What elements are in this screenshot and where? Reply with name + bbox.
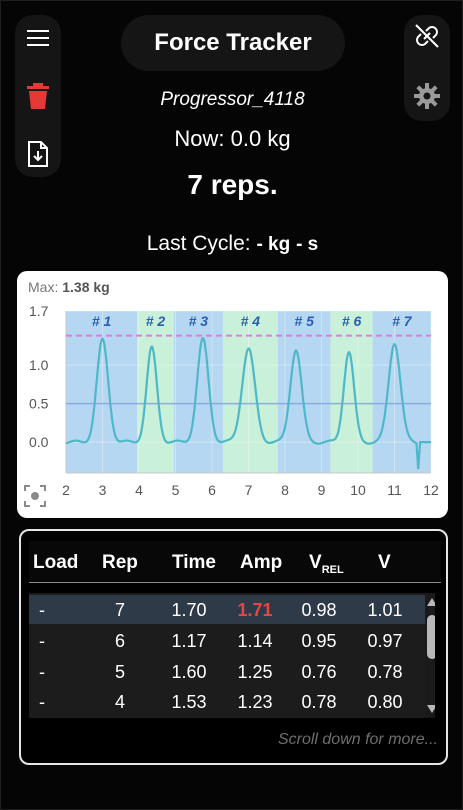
table-scrollbar[interactable] <box>425 593 435 718</box>
table-row[interactable]: - 6 1.17 1.14 0.95 0.97 <box>29 626 426 655</box>
scroll-up-icon[interactable] <box>427 598 435 606</box>
link-off-icon <box>415 24 439 48</box>
x-tick-label: 8 <box>281 482 289 498</box>
disconnect-button[interactable] <box>408 17 446 55</box>
table-header: Load Rep Time Amp VREL V <box>29 541 441 583</box>
rep-region-5 <box>277 311 331 473</box>
rep-label-4: # 4 <box>241 313 261 329</box>
current-force: Now: 0.0 kg <box>174 126 291 151</box>
rep-label-2: # 2 <box>146 313 166 329</box>
col-time: Time <box>172 552 217 573</box>
app-title: Force Tracker <box>121 15 345 71</box>
max-label: Max: 1.38 kg <box>28 279 110 295</box>
scroll-hint: Scroll down for more... <box>277 731 438 748</box>
focus-icon[interactable] <box>24 485 46 507</box>
cell-rep: 4 <box>114 692 125 712</box>
x-tick-label: 7 <box>245 482 253 498</box>
col-v: V <box>378 552 391 573</box>
device-name: Progressor_4118 <box>160 89 305 110</box>
cell-load: - <box>39 631 45 651</box>
x-tick-label: 12 <box>423 482 439 498</box>
x-tick-label: 3 <box>99 482 107 498</box>
cell-amp: 1.71 <box>237 600 273 620</box>
y-tick-label: 1.0 <box>29 357 49 373</box>
scroll-thumb[interactable] <box>427 615 435 659</box>
force-chart[interactable]: # 1 # 2 # 3 # 4 # 5 # 6 # 7 0.0 0.5 1.0 1.7 2 3 4 5 6 7 8… <box>17 271 448 518</box>
cell-rep: 7 <box>114 600 125 620</box>
cell-load: - <box>39 692 45 712</box>
table-row[interactable]: - 5 1.60 1.25 0.76 0.78 <box>29 657 426 686</box>
force-chart-svg: # 1 # 2 # 3 # 4 # 5 # 6 # 7 0.0 0.5 1.0 1.7 2 3 4 5 6 7 8… <box>24 279 439 507</box>
x-tick-label: 5 <box>172 482 180 498</box>
cell-time: 1.70 <box>171 600 207 620</box>
col-v-rel-sub: REL <box>321 563 344 576</box>
col-rep: Rep <box>102 552 138 573</box>
rep-count: 7 reps. <box>187 169 278 200</box>
cell-v: 1.01 <box>367 600 403 620</box>
table-body[interactable]: - 7 1.70 1.71 0.98 1.01 - 6 1.17 1.14 0.… <box>29 593 435 718</box>
col-v-rel-main: V <box>309 552 322 573</box>
x-tick-label: 10 <box>350 482 366 498</box>
scroll-down-icon[interactable] <box>427 705 435 713</box>
max-value: 1.38 kg <box>62 279 109 295</box>
rep-label-3: # 3 <box>189 313 209 329</box>
cell-rep: 6 <box>114 631 125 651</box>
cell-amp: 1.25 <box>237 662 273 682</box>
reps-table: Load Rep Time Amp VREL V - 7 1.70 1.71 0… <box>19 529 448 765</box>
cell-v: 0.80 <box>367 692 403 712</box>
rep-label-1: # 1 <box>92 313 112 329</box>
y-tick-label: 1.7 <box>29 303 49 319</box>
rep-label-6: # 6 <box>342 313 362 329</box>
y-tick-label: 0.0 <box>29 434 49 450</box>
cell-rep: 5 <box>114 662 125 682</box>
cell-time: 1.60 <box>171 662 207 682</box>
last-cycle: Last Cycle: - kg - s <box>1 232 463 256</box>
cell-load: - <box>39 662 45 682</box>
last-cycle-kg: - kg <box>256 234 291 255</box>
last-cycle-label: Last Cycle: <box>146 232 251 255</box>
rep-label-5: # 5 <box>294 313 314 329</box>
cell-v-rel: 0.76 <box>301 662 337 682</box>
cell-v-rel: 0.95 <box>301 631 337 651</box>
cell-time: 1.17 <box>171 631 207 651</box>
table-row[interactable]: - 7 1.70 1.71 0.98 1.01 <box>29 595 426 624</box>
x-tick-label: 4 <box>135 482 143 498</box>
col-amp: Amp <box>240 552 283 573</box>
cell-amp: 1.23 <box>237 692 273 712</box>
x-tick-label: 11 <box>387 482 402 498</box>
last-cycle-s: - s <box>296 234 319 255</box>
col-v-rel: VREL <box>309 552 344 576</box>
app-frame: Force Tracker Progressor_4118 Now: 0.0 k… <box>0 0 463 810</box>
col-load: Load <box>33 552 79 573</box>
cell-v-rel: 0.78 <box>301 692 337 712</box>
y-tick-label: 0.5 <box>29 396 49 412</box>
rep-label-7: # 7 <box>392 313 413 329</box>
table-row[interactable]: - 4 1.53 1.23 0.78 0.80 <box>29 687 426 716</box>
cell-v: 0.78 <box>367 662 403 682</box>
menu-button[interactable] <box>19 19 57 57</box>
cell-time: 1.53 <box>171 692 207 712</box>
cell-v-rel: 0.98 <box>301 600 337 620</box>
cell-load: - <box>39 600 45 620</box>
cell-v: 0.97 <box>367 631 403 651</box>
x-tick-label: 9 <box>318 482 326 498</box>
menu-icon <box>27 30 49 46</box>
x-tick-label: 2 <box>62 482 70 498</box>
x-tick-label: 6 <box>208 482 216 498</box>
cell-amp: 1.14 <box>237 631 273 651</box>
